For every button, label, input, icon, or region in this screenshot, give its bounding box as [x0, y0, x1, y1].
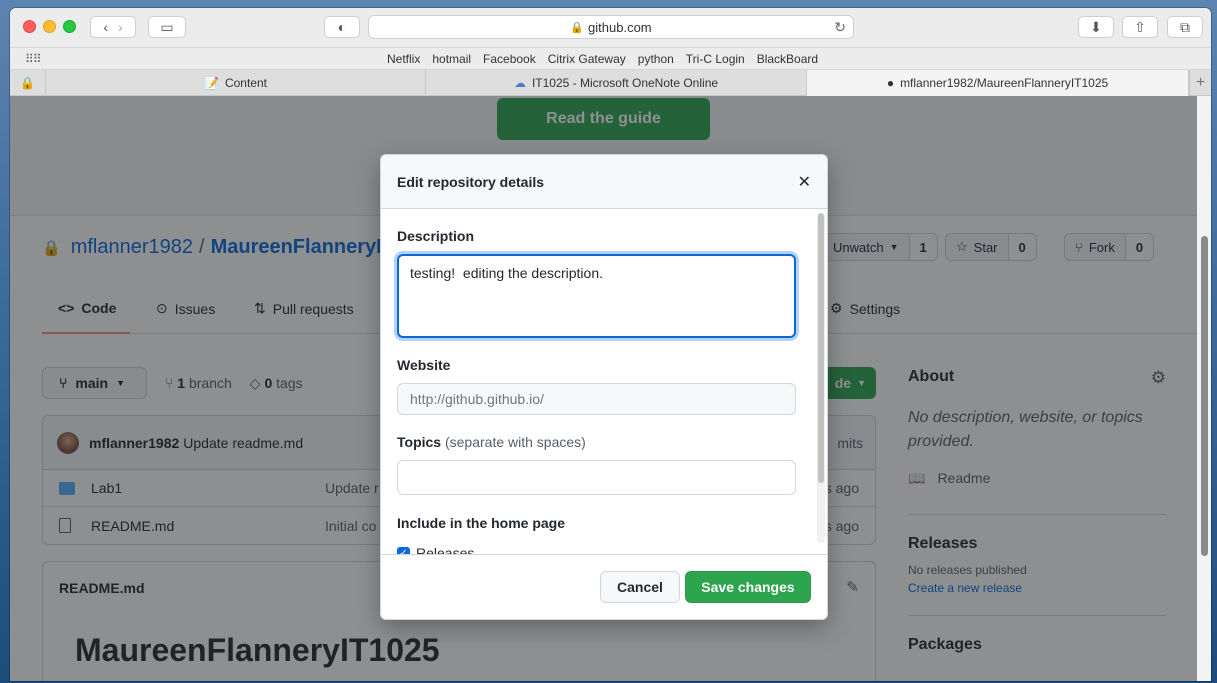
cancel-button[interactable]: Cancel	[600, 571, 680, 603]
edit-repo-details-dialog: Edit repository details ✕ Description te…	[380, 154, 828, 620]
minimize-window-button[interactable]	[43, 20, 56, 33]
lock-tab-icon[interactable]: 🔒	[10, 70, 46, 96]
dialog-header: Edit repository details ✕	[381, 155, 827, 209]
tab-label: mflanner1982/MaureenFlanneryIT1025	[900, 76, 1109, 90]
chevron-right-icon[interactable]: ›	[118, 19, 123, 35]
new-tab-button[interactable]: +	[1189, 70, 1211, 96]
address-text: github.com	[588, 19, 652, 35]
dialog-footer: Cancel Save changes	[381, 554, 827, 619]
chevron-left-icon[interactable]: ‹	[103, 19, 108, 35]
tabs-icon: ⧉	[1180, 18, 1190, 35]
tab-label: IT1025 - Microsoft OneNote Online	[531, 76, 719, 90]
save-changes-button[interactable]: Save changes	[685, 571, 811, 603]
dialog-scrollbar[interactable]	[817, 213, 825, 543]
dialog-title: Edit repository details	[397, 174, 545, 190]
share-button[interactable]: ⇧	[1122, 16, 1158, 38]
topics-input[interactable]	[397, 460, 796, 495]
downloads-button[interactable]: ⬇	[1078, 16, 1114, 38]
tab-bar: 🔒 📝 Content ☁ IT1025 - Microsoft OneNote…	[10, 70, 1211, 96]
cloud-icon: ☁	[513, 76, 526, 90]
description-textarea[interactable]: testing! editing the description.	[397, 254, 796, 338]
sidebar-icon: ▭	[160, 18, 174, 35]
shield-icon: ◐	[337, 19, 347, 35]
address-bar[interactable]: 🔒 github.com ↻	[368, 15, 854, 39]
pencil-icon: 📝	[204, 76, 219, 90]
grid-icon[interactable]: ⠿⠿	[25, 52, 42, 66]
dialog-scrollbar-thumb[interactable]	[818, 213, 824, 483]
reload-icon[interactable]: ↻	[834, 19, 846, 36]
favorite-link[interactable]: Tri-C Login	[686, 52, 745, 66]
browser-toolbar: ‹ › ▭ ◐ 🔒 github.com ↻ ⬇ ⇧ ⧉	[10, 8, 1211, 48]
favorite-link[interactable]: Netflix	[387, 52, 420, 66]
favorite-link[interactable]: Citrix Gateway	[548, 52, 626, 66]
favorites-bar: ⠿⠿ Netflix hotmail Facebook Citrix Gatew…	[10, 48, 1211, 70]
tab-label: Content	[224, 76, 267, 90]
tab-github[interactable]: ● mflanner1982/MaureenFlanneryIT1025	[807, 70, 1189, 96]
favorite-link[interactable]: Facebook	[483, 52, 536, 66]
page-scrollbar[interactable]	[1197, 96, 1211, 681]
zoom-window-button[interactable]	[63, 20, 76, 33]
favorite-link[interactable]: python	[638, 52, 674, 66]
dialog-body: Description testing! editing the descrip…	[381, 210, 827, 554]
tab-overview-button[interactable]: ⧉	[1167, 16, 1203, 38]
website-input[interactable]	[397, 383, 796, 415]
topics-label-text: Topics	[397, 434, 442, 450]
share-icon: ⇧	[1134, 18, 1146, 35]
sidebar-toggle-button[interactable]: ▭	[148, 16, 186, 38]
tab-onenote[interactable]: ☁ IT1025 - Microsoft OneNote Online	[426, 70, 807, 96]
close-window-button[interactable]	[23, 20, 36, 33]
favorite-link[interactable]: hotmail	[432, 52, 471, 66]
topics-note: (separate with spaces)	[444, 434, 586, 450]
lock-icon: 🔒	[570, 21, 585, 34]
privacy-report-button[interactable]: ◐	[324, 16, 360, 38]
home-page-label: Include in the home page	[397, 515, 566, 531]
download-icon: ⬇	[1090, 18, 1102, 35]
close-icon[interactable]: ✕	[798, 172, 811, 192]
tab-content[interactable]: 📝 Content	[46, 70, 426, 96]
releases-checkbox-row[interactable]: ✓ Releases	[397, 545, 474, 554]
scrollbar-thumb[interactable]	[1201, 236, 1208, 556]
favorite-link[interactable]: BlackBoard	[757, 52, 818, 66]
releases-checkbox-label: Releases	[416, 545, 475, 554]
topics-label: Topics (separate with spaces)	[397, 434, 586, 450]
back-forward-buttons[interactable]: ‹ ›	[90, 16, 136, 38]
browser-window: ‹ › ▭ ◐ 🔒 github.com ↻ ⬇ ⇧ ⧉ ⠿⠿ Netflix …	[10, 8, 1211, 681]
checkbox-checked-icon[interactable]: ✓	[397, 546, 410, 554]
description-label: Description	[397, 228, 475, 244]
github-icon: ●	[886, 76, 895, 90]
website-label: Website	[397, 357, 451, 373]
